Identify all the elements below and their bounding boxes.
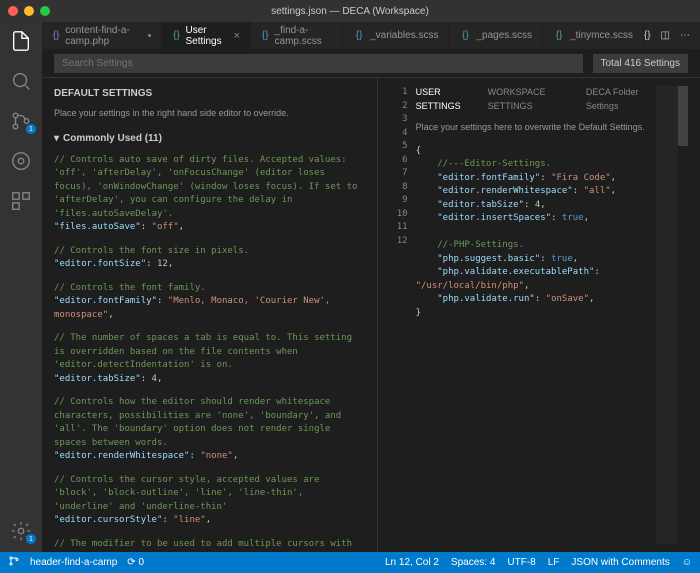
file-icon: {} <box>172 30 180 42</box>
code-line[interactable]: //-PHP-Settings. <box>416 239 656 253</box>
tab-label: _tinymce.scss <box>570 30 633 41</box>
setting-entry[interactable]: // Controls the font family. "editor.fon… <box>54 282 365 323</box>
editor-tab[interactable]: {} User Settings × <box>162 22 251 50</box>
search-input[interactable] <box>54 54 583 73</box>
tab-label: content-find-a-camp.php <box>65 25 139 47</box>
git-branch-icon[interactable] <box>8 555 20 570</box>
encoding[interactable]: UTF-8 <box>507 557 535 568</box>
git-branch[interactable]: header-find-a-camp <box>30 557 117 568</box>
default-settings-pane[interactable]: DEFAULT SETTINGS Place your settings in … <box>42 78 378 552</box>
minimize-window-button[interactable] <box>24 6 34 16</box>
scope-tab[interactable]: WORKSPACE SETTINGS <box>488 86 572 113</box>
window-controls <box>8 6 50 16</box>
split-editor-icon[interactable]: ◫ <box>661 30 670 41</box>
setting-entry[interactable]: // The modifier to be used to add multip… <box>54 538 365 553</box>
code-line[interactable]: } <box>416 307 656 321</box>
language-mode[interactable]: JSON with Comments <box>571 557 669 568</box>
file-icon: {} <box>353 30 365 42</box>
activity-bar <box>0 22 42 552</box>
file-icon: {} <box>459 30 471 42</box>
open-settings-json-icon[interactable]: {} <box>644 30 651 41</box>
line-gutter: 123456789101112 <box>390 86 416 544</box>
editor-tab[interactable]: {} content-find-a-camp.php • <box>42 22 162 50</box>
scope-tab[interactable]: DECA Folder Settings <box>586 86 656 113</box>
close-window-button[interactable] <box>8 6 18 16</box>
file-icon: {} <box>52 30 60 42</box>
settings-total: Total 416 Settings <box>593 54 689 73</box>
code-line[interactable]: "php.suggest.basic": true, <box>416 253 656 267</box>
settings-gear-icon[interactable] <box>10 520 32 542</box>
editor-tab[interactable]: {} _tinymce.scss <box>543 22 644 50</box>
editor-tab[interactable]: {} _pages.scss <box>449 22 543 50</box>
code-line[interactable]: "editor.fontFamily": "Fira Code", <box>416 172 656 186</box>
explorer-icon[interactable] <box>10 30 32 52</box>
tab-close-icon[interactable]: × <box>234 30 240 42</box>
cursor-position[interactable]: Ln 12, Col 2 <box>385 557 439 568</box>
editor-tab[interactable]: {} _find-a-camp.scss <box>251 22 343 50</box>
code-line[interactable]: "editor.insertSpaces": true, <box>416 212 656 226</box>
titlebar: settings.json — DECA (Workspace) <box>0 0 700 22</box>
eol[interactable]: LF <box>548 557 560 568</box>
setting-entry[interactable]: // Controls the font size in pixels. "ed… <box>54 245 365 272</box>
code-line[interactable]: "php.validate.run": "onSave", <box>416 293 656 307</box>
setting-entry[interactable]: // The number of spaces a tab is equal t… <box>54 332 365 386</box>
source-control-icon[interactable] <box>10 110 32 132</box>
tab-label: User Settings <box>185 25 225 47</box>
maximize-window-button[interactable] <box>40 6 50 16</box>
minimap[interactable] <box>656 86 678 544</box>
window-title: settings.json — DECA (Workspace) <box>271 6 429 17</box>
code-line[interactable]: "editor.tabSize": 4, <box>416 199 656 213</box>
editor-tab[interactable]: {} _variables.scss <box>343 22 449 50</box>
search-icon[interactable] <box>10 70 32 92</box>
tab-close-icon[interactable]: • <box>148 30 152 42</box>
setting-entry[interactable]: // Controls the cursor style, accepted v… <box>54 474 365 528</box>
user-settings-hint: Place your settings here to overwrite th… <box>416 121 656 135</box>
extensions-icon[interactable] <box>10 190 32 212</box>
settings-scope-tabs: USER SETTINGS WORKSPACE SETTINGS DECA Fold… <box>416 86 656 113</box>
commonly-used-section[interactable]: ▾Commonly Used (11) <box>54 131 365 146</box>
more-actions-icon[interactable]: ⋯ <box>680 30 690 41</box>
setting-entry[interactable]: // Controls how the editor should render… <box>54 396 365 464</box>
user-settings-pane[interactable]: 123456789101112 USER SETTINGS WORKSPACE S… <box>378 78 700 552</box>
default-settings-header: DEFAULT SETTINGS <box>54 86 365 101</box>
tab-label: _find-a-camp.scss <box>275 25 333 47</box>
tab-label: _pages.scss <box>476 30 532 41</box>
git-sync-icon[interactable]: ⟳ 0 <box>127 557 144 568</box>
code-line[interactable] <box>416 226 656 240</box>
code-line[interactable]: "php.validate.executablePath": "/usr/loc… <box>416 266 656 293</box>
default-settings-hint: Place your settings in the right hand si… <box>54 107 365 121</box>
file-icon: {} <box>261 30 270 42</box>
scope-tab[interactable]: USER SETTINGS <box>416 86 474 113</box>
code-line[interactable]: { <box>416 145 656 159</box>
setting-entry[interactable]: // Controls auto save of dirty files. Ac… <box>54 154 365 235</box>
status-bar: header-find-a-camp ⟳ 0 Ln 12, Col 2 Spac… <box>0 552 700 573</box>
file-icon: {} <box>553 30 565 42</box>
code-line[interactable]: //---Editor-Settings. <box>416 158 656 172</box>
code-line[interactable]: "editor.renderWhitespace": "all", <box>416 185 656 199</box>
debug-icon[interactable] <box>10 150 32 172</box>
tab-label: _variables.scss <box>370 30 438 41</box>
indentation[interactable]: Spaces: 4 <box>451 557 495 568</box>
scrollbar[interactable] <box>678 86 688 544</box>
settings-search-bar: Total 416 Settings <box>42 50 700 78</box>
chevron-down-icon: ▾ <box>54 131 59 146</box>
tab-bar: {} content-find-a-camp.php • {} User Setting… <box>42 22 700 50</box>
feedback-icon[interactable]: ☺ <box>682 557 692 568</box>
